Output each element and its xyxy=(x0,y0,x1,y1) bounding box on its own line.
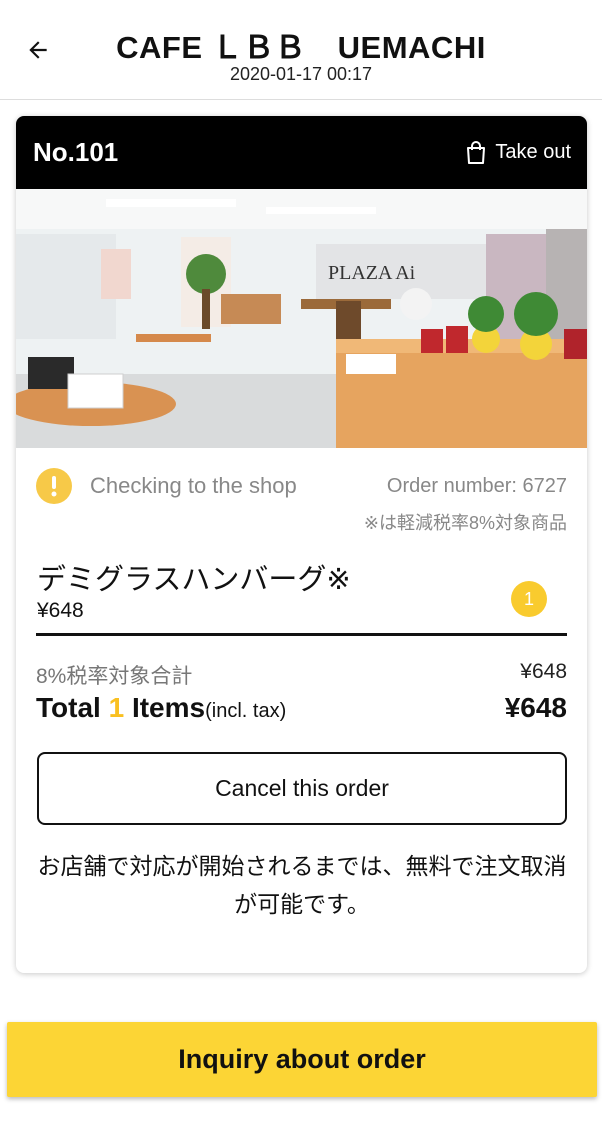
order-datetime: 2020-01-17 00:17 xyxy=(229,64,373,84)
totals-section: 8%税率対象合計 ¥648 Total 1 Items(incl. tax) ¥… xyxy=(36,636,567,746)
order-number: Order number: 6727 xyxy=(386,475,567,497)
total-count: 1 xyxy=(108,692,125,723)
photo-sign-text: PLAZA Ai xyxy=(328,262,416,284)
total-items: Items xyxy=(131,692,206,723)
reduced-tax-label: 8%税率対象合計 xyxy=(36,665,193,688)
total-prefix: Total xyxy=(36,692,101,723)
item-price: ¥648 xyxy=(37,599,84,622)
exclamation-circle-icon xyxy=(36,468,72,504)
status-row: Checking to the shop Order number: 6727 … xyxy=(16,448,587,548)
shop-title: CAFE ＬＢＢ UEMACHI xyxy=(116,30,486,65)
total-incl-tax: (incl. tax) xyxy=(205,700,287,722)
order-type-label: Take out xyxy=(495,141,571,163)
item-name: デミグラスハンバーグ※ xyxy=(37,564,351,596)
order-card: No.101 Take out PLAZA Ai Checking to the… xyxy=(16,116,587,973)
order-item: デミグラスハンバーグ※ ¥648 1 xyxy=(36,548,567,636)
reduced-tax-value: ¥648 xyxy=(520,660,567,683)
shop-photo: PLAZA Ai xyxy=(16,189,587,448)
cancel-order-button[interactable]: Cancel this order xyxy=(37,752,567,825)
status-text: Checking to the shop xyxy=(90,473,297,498)
total-value: ¥648 xyxy=(504,692,567,723)
order-type: Take out xyxy=(465,140,571,165)
app-header: CAFE ＬＢＢ UEMACHI 2020-01-17 00:17 xyxy=(0,0,602,100)
cancel-note: お店舗で対応が開始されるまでは、無料で注文取消が可能です。 xyxy=(37,853,567,917)
shopping-bag-icon xyxy=(467,140,486,164)
card-header: No.101 Take out xyxy=(16,116,587,189)
inquiry-button[interactable]: Inquiry about order xyxy=(7,1022,597,1097)
quantity-badge: 1 xyxy=(511,581,547,617)
table-number: No.101 xyxy=(33,137,119,167)
tax-note: ※は軽減税率8%対象商品 xyxy=(363,513,567,533)
total-label: Total 1 Items(incl. tax) xyxy=(36,692,286,724)
